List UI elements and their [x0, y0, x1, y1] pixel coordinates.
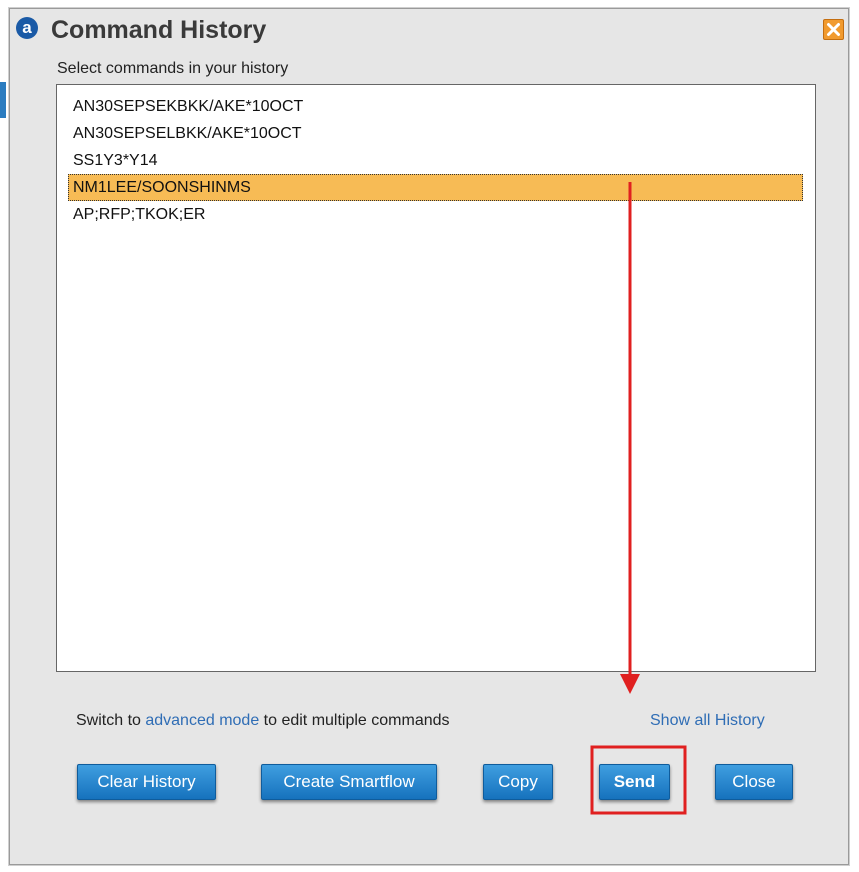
create-smartflow-button[interactable]: Create Smartflow: [261, 764, 437, 800]
hint-suffix: to edit multiple commands: [259, 712, 450, 729]
close-x-glyph: [827, 23, 840, 36]
close-icon[interactable]: [823, 19, 844, 40]
history-item[interactable]: AN30SEPSEKBKK/AKE*10OCT: [68, 93, 803, 120]
history-item[interactable]: AP;RFP;TKOK;ER: [68, 201, 803, 228]
background-tab: [0, 82, 6, 118]
history-item[interactable]: SS1Y3*Y14: [68, 147, 803, 174]
amadeus-logo-icon: a: [16, 17, 38, 39]
instruction-label: Select commands in your history: [57, 60, 289, 77]
command-history-dialog: a Command History Select commands in you…: [9, 8, 849, 865]
background-window-edge: [0, 0, 8, 872]
dialog-title: Command History: [51, 16, 267, 44]
hint-prefix: Switch to: [76, 712, 146, 729]
history-item[interactable]: AN30SEPSELBKK/AKE*10OCT: [68, 120, 803, 147]
command-history-list[interactable]: AN30SEPSEKBKK/AKE*10OCT AN30SEPSELBKK/AK…: [56, 84, 816, 672]
history-item-selected[interactable]: NM1LEE/SOONSHINMS: [68, 174, 803, 201]
send-button[interactable]: Send: [599, 764, 670, 800]
close-button[interactable]: Close: [715, 764, 793, 800]
advanced-mode-link[interactable]: advanced mode: [145, 712, 259, 729]
clear-history-button[interactable]: Clear History: [77, 764, 216, 800]
show-all-history-link[interactable]: Show all History: [650, 712, 765, 730]
dialog-titlebar[interactable]: a Command History: [10, 9, 848, 57]
copy-button[interactable]: Copy: [483, 764, 553, 800]
advanced-mode-hint: Switch to advanced mode to edit multiple…: [76, 712, 450, 730]
